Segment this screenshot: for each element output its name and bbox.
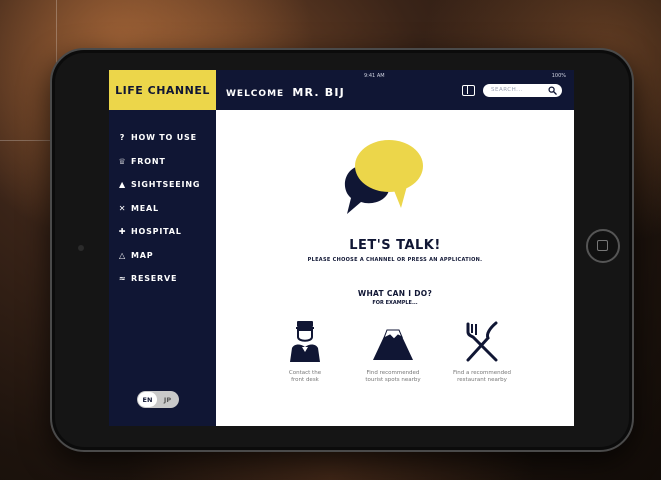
app-screen: LIFE CHANNEL ? HOW TO USE ♕ FRONT ▲ SIGH… — [109, 70, 574, 426]
main-content: LET'S TALK! PLEASE CHOOSE A CHANNEL OR P… — [216, 110, 574, 426]
sidebar-item-map[interactable]: △ MAP — [117, 244, 200, 268]
sidebar-nav: ? HOW TO USE ♕ FRONT ▲ SIGHTSEEING ✕ MEA… — [117, 126, 200, 291]
feature-label-line: Find a recommended — [453, 370, 511, 376]
language-en-option[interactable]: EN — [138, 392, 157, 407]
chat-bubbles-icon — [344, 140, 423, 214]
section-subtitle: FOR EXAMPLE... — [372, 300, 418, 306]
sidebar-item-label: HOW TO USE — [131, 133, 197, 143]
fork-knife-icon — [466, 321, 498, 362]
sidebar-item-label: HOSPITAL — [131, 227, 182, 237]
mountain-icon: ▲ — [119, 180, 126, 190]
sidebar-item-hospital[interactable]: ✚ HOSPITAL — [117, 220, 200, 244]
background-frame-line — [0, 0, 57, 141]
language-jp-option[interactable]: JP — [158, 392, 177, 407]
status-battery: 100% — [551, 73, 566, 79]
feature-tourist-spots[interactable]: Find recommended tourist spots nearby — [353, 320, 433, 384]
sidebar-item-label: MAP — [131, 250, 154, 260]
book-icon[interactable] — [462, 85, 475, 96]
welcome-label: WELCOME — [226, 89, 285, 99]
hospital-icon: ✚ — [118, 227, 127, 237]
sidebar-item-label: MEAL — [131, 203, 159, 213]
sidebar: LIFE CHANNEL ? HOW TO USE ♕ FRONT ▲ SIGH… — [109, 70, 216, 426]
sidebar-item-sightseeing[interactable]: ▲ SIGHTSEEING — [117, 173, 200, 197]
welcome-text: WELCOME MR. BIJ — [226, 86, 345, 99]
home-square-icon — [597, 240, 608, 251]
feature-label-line: Find recommended — [366, 370, 420, 376]
search-icon[interactable] — [548, 86, 557, 95]
tablet-device: LIFE CHANNEL ? HOW TO USE ♕ FRONT ▲ SIGH… — [50, 48, 634, 452]
sidebar-item-label: RESERVE — [131, 274, 178, 284]
sidebar-item-reserve[interactable]: ≈ RESERVE — [117, 267, 200, 291]
mount-fuji-icon — [373, 329, 413, 360]
sidebar-item-label: FRONT — [131, 156, 166, 166]
language-toggle[interactable]: EN JP — [137, 391, 179, 408]
page-subtitle: PLEASE CHOOSE A CHANNEL OR PRESS AN APPL… — [307, 257, 483, 263]
help-icon: ? — [119, 133, 126, 143]
bellhop-icon — [290, 321, 320, 362]
page-title: LET'S TALK! — [349, 238, 441, 253]
sidebar-item-meal[interactable]: ✕ MEAL — [117, 197, 200, 221]
feature-label: Find a recommended restaurant nearby — [442, 370, 522, 384]
sidebar-item-label: SIGHTSEEING — [131, 180, 201, 190]
search-placeholder: SEARCH... — [491, 87, 523, 93]
section-title: WHAT CAN I DO? — [357, 289, 433, 298]
search-input[interactable]: SEARCH... — [483, 84, 562, 97]
app-logo[interactable]: LIFE CHANNEL — [109, 70, 216, 110]
bed-icon: ≈ — [118, 274, 127, 284]
header-bar: 9:41 AM 100% WELCOME MR. BIJ SEARCH... — [216, 70, 574, 110]
feature-contact-front-desk[interactable]: Contact the front desk — [265, 320, 345, 384]
app-logo-text: LIFE CHANNEL — [115, 83, 210, 97]
feature-label-line: restaurant nearby — [457, 377, 507, 383]
map-icon: △ — [119, 250, 126, 260]
bell-icon: ♕ — [118, 156, 127, 166]
feature-label: Find recommended tourist spots nearby — [353, 370, 433, 384]
utensils-icon: ✕ — [118, 203, 127, 213]
feature-label: Contact the front desk — [265, 370, 345, 384]
sidebar-item-how-to-use[interactable]: ? HOW TO USE — [117, 126, 200, 150]
camera-icon — [78, 245, 84, 251]
status-time: 9:41 AM — [364, 73, 385, 79]
feature-label-line: tourist spots nearby — [365, 377, 421, 383]
feature-label-line: Contact the — [288, 370, 322, 376]
feature-label-line: front desk — [291, 377, 319, 383]
user-name: MR. BIJ — [292, 86, 345, 99]
feature-restaurant[interactable]: Find a recommended restaurant nearby — [442, 320, 522, 384]
home-button[interactable] — [586, 229, 620, 263]
sidebar-item-front[interactable]: ♕ FRONT — [117, 150, 200, 174]
